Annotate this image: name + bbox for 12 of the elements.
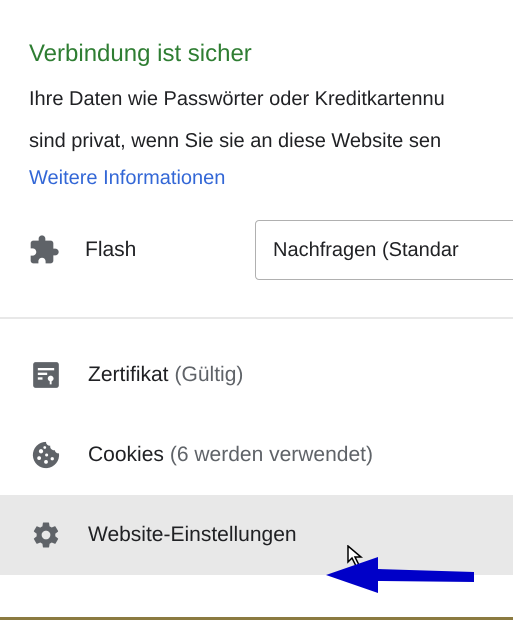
permission-dropdown[interactable]: Nachfragen (Standar bbox=[255, 220, 513, 280]
permission-label: Flash bbox=[85, 237, 138, 264]
more-info-link[interactable]: Weitere Informationen bbox=[29, 162, 226, 194]
description-text: sind privat, wenn Sie sie an diese Website sen bbox=[29, 129, 442, 154]
menu-item[interactable]: Website-Einstellungen bbox=[0, 495, 513, 575]
settings-icon bbox=[31, 520, 61, 550]
description-text: Ihre Daten wie Passwörter oder Kreditkartennu bbox=[29, 87, 445, 112]
puzzle-icon bbox=[28, 234, 60, 266]
certificate-icon bbox=[32, 361, 60, 389]
cookie-icon bbox=[31, 440, 61, 470]
dialog-title: Verbindung ist sicher bbox=[29, 39, 252, 69]
cursor-icon bbox=[347, 545, 365, 567]
